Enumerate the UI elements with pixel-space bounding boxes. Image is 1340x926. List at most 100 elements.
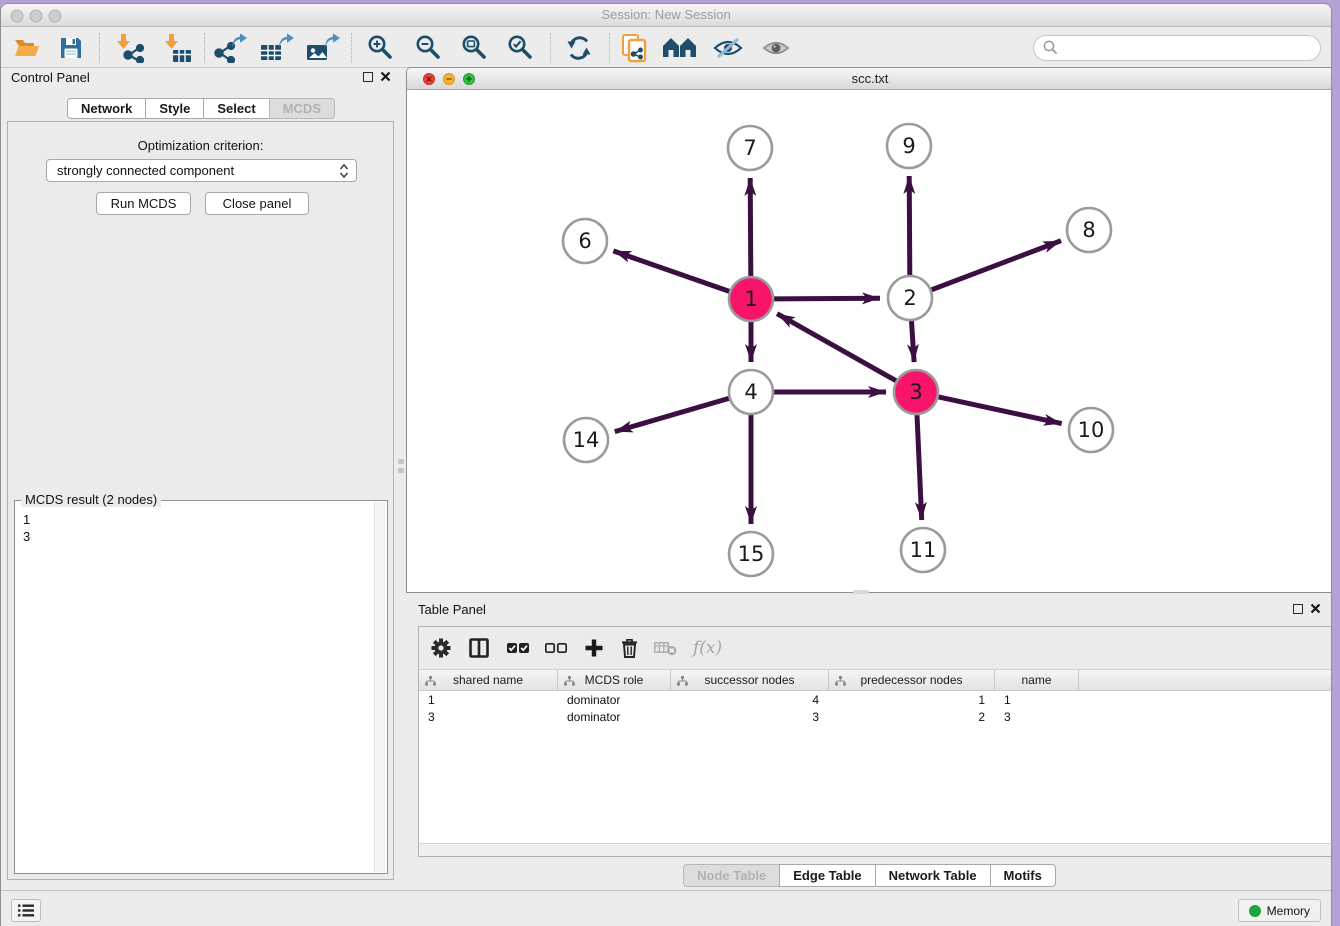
tab-network-table[interactable]: Network Table [875,864,991,887]
tab-edge-table[interactable]: Edge Table [779,864,875,887]
delete-column-button[interactable] [621,633,638,663]
graph-edge-1-2[interactable] [774,298,880,299]
table-cell[interactable]: 1 [995,692,1079,709]
graph-node-1[interactable]: 1 [729,277,773,321]
zoom-selected-button[interactable] [502,31,538,65]
graph-edge-3-10[interactable] [939,397,1062,424]
graph-node-15[interactable]: 15 [729,532,773,576]
titlebar[interactable]: Session: New Session [1,4,1331,27]
graph-node-10[interactable]: 10 [1069,408,1113,452]
task-history-button[interactable] [11,899,41,922]
table-cell[interactable]: 4 [671,692,829,709]
panel-divider-grip[interactable] [398,459,404,487]
save-session-button[interactable] [53,31,89,65]
table-cell[interactable]: 3 [419,709,558,726]
tab-select[interactable]: Select [203,98,269,119]
graph-node-3[interactable]: 3 [894,370,938,414]
column-header-name[interactable]: name [995,670,1079,690]
run-mcds-button[interactable]: Run MCDS [96,192,191,215]
import-network-button[interactable] [110,31,146,65]
network-traffic-lights[interactable] [415,72,477,86]
network-window-titlebar[interactable]: scc.txt [407,68,1332,90]
graph-node-4[interactable]: 4 [729,370,773,414]
float-panel-icon[interactable] [363,72,373,82]
graph-edge-4-14[interactable] [615,398,729,431]
select-all-button[interactable] [507,633,529,663]
column-header-successor-nodes[interactable]: successor nodes [671,670,829,690]
export-table-button[interactable] [259,31,295,65]
tab-motifs[interactable]: Motifs [990,864,1056,887]
table-cell[interactable]: 3 [671,709,829,726]
close-panel-icon[interactable] [380,71,391,82]
graph-edge-1-6[interactable] [613,251,729,292]
column-header-MCDS-role[interactable]: MCDS role [558,670,671,690]
graph-node-2[interactable]: 2 [888,276,932,320]
graph-edge-2-9[interactable] [909,176,910,275]
table-cell[interactable]: dominator [558,709,671,726]
graph-edge-3-1[interactable] [777,314,896,381]
deselect-all-button[interactable] [545,633,567,663]
list-icon [18,904,34,917]
criterion-select[interactable]: strongly connected component [46,159,357,182]
show-columns-button[interactable] [469,633,489,663]
zoom-in-button[interactable] [362,31,398,65]
table-row[interactable]: 1dominator411 [419,692,1331,709]
open-file-button[interactable] [9,31,45,65]
graph-node-label: 6 [578,229,591,253]
table-cell[interactable]: dominator [558,692,671,709]
graph-node-8[interactable]: 8 [1067,208,1111,252]
network-graph[interactable]: 7 9 6 8 1 2 4 3 14 10 15 11 [407,90,1332,592]
window-traffic-lights-inactive[interactable] [9,9,71,23]
close-panel-button[interactable]: Close panel [205,192,309,215]
graph-node-14[interactable]: 14 [564,418,608,462]
graph-edge-2-3[interactable] [912,321,915,362]
graph-edge-3-11[interactable] [917,415,922,520]
create-column-button[interactable] [585,633,603,663]
column-header-predecessor-nodes[interactable]: predecessor nodes [829,670,995,690]
graph-node-6[interactable]: 6 [563,219,607,263]
close-button[interactable] [424,74,435,85]
table-cell[interactable]: 1 [829,692,995,709]
network-canvas[interactable]: 7 9 6 8 1 2 4 3 14 10 15 11 [407,90,1332,592]
table-cell[interactable]: 1 [419,692,558,709]
refresh-button[interactable] [561,31,597,65]
table-cell[interactable]: 2 [829,709,995,726]
home-overview-button[interactable] [662,31,698,65]
tab-network[interactable]: Network [67,98,146,119]
search-input[interactable] [1064,40,1311,55]
graph-edge-1-7[interactable] [750,178,751,276]
memory-button[interactable]: Memory [1238,899,1321,922]
minimize-light[interactable] [30,10,42,22]
search-box[interactable] [1033,35,1321,61]
zoom-fit-button[interactable] [456,31,492,65]
float-panel-icon[interactable] [1293,604,1303,614]
zoom-button[interactable] [464,74,475,85]
mcds-result-text[interactable]: 13 [15,505,373,873]
close-panel-icon[interactable] [1310,603,1321,614]
export-image-button[interactable] [305,31,341,65]
table-options-button[interactable] [431,633,451,663]
tab-node-table[interactable]: Node Table [683,864,780,887]
duplicate-network-button[interactable] [616,31,652,65]
hide-details-button[interactable] [710,31,746,65]
graph-node-7[interactable]: 7 [728,126,772,170]
tab-style[interactable]: Style [145,98,204,119]
network-view-window: scc.txt 7 9 6 8 1 2 4 3 14 10 15 11 [406,67,1332,593]
import-table-button[interactable] [158,31,194,65]
graph-node-11[interactable]: 11 [901,528,945,572]
minimize-button[interactable] [444,74,455,85]
column-header-shared-name[interactable]: shared name [419,670,558,690]
result-scrollbar[interactable] [374,502,386,872]
export-network-button[interactable] [213,31,249,65]
zoom-light[interactable] [49,10,61,22]
tab-mcds[interactable]: MCDS [269,98,335,119]
graph-node-9[interactable]: 9 [887,124,931,168]
graph-node-label: 14 [573,428,600,452]
graph-edge-2-8[interactable] [932,241,1062,290]
network-resize-grip[interactable] [853,590,869,594]
table-horizontal-scrollbar[interactable] [419,843,1331,856]
table-row[interactable]: 3dominator323 [419,709,1331,726]
close-light[interactable] [11,10,23,22]
table-cell[interactable]: 3 [995,709,1079,726]
zoom-out-button[interactable] [410,31,446,65]
